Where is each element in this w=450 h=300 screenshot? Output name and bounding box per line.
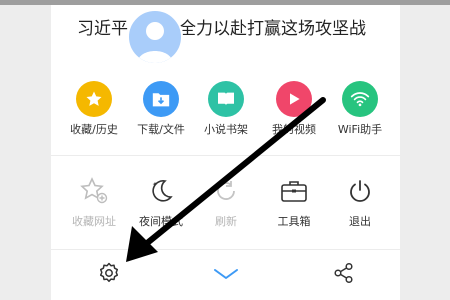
settings-button[interactable] <box>89 259 129 291</box>
menu-item-label: 收藏/历史 <box>70 123 118 136</box>
menu-item-label: 工具箱 <box>277 215 311 228</box>
menu-item-my-videos[interactable]: 我的视频 <box>259 81 329 145</box>
refresh-icon <box>208 173 244 209</box>
share-icon <box>333 262 355 288</box>
menu-item-refresh[interactable]: 刷新 <box>191 173 261 237</box>
divider <box>51 155 400 156</box>
avatar[interactable] <box>127 9 183 65</box>
power-icon <box>342 173 378 209</box>
menu-item-label: 小说书架 <box>204 123 248 136</box>
book-icon <box>208 81 244 117</box>
gear-icon <box>97 261 121 289</box>
browser-menu-panel: 习近平：要求全力以赴打赢这场攻坚战 收藏/历史 下载/文件 小说书架 我的视频 … <box>51 5 400 300</box>
menu-item-label: 刷新 <box>215 215 237 228</box>
menu-item-label: 夜间模式 <box>139 215 183 228</box>
menu-item-toolbox[interactable]: 工具箱 <box>259 173 329 237</box>
menu-item-label: 下载/文件 <box>137 123 185 136</box>
menu-item-novel-shelf[interactable]: 小说书架 <box>191 81 261 145</box>
menu-item-downloads[interactable]: 下载/文件 <box>126 81 196 145</box>
download-folder-icon <box>143 81 179 117</box>
star-icon <box>76 81 112 117</box>
wifi-icon <box>342 81 378 117</box>
menu-item-bookmark-site[interactable]: 收藏网址 <box>59 173 129 237</box>
chevron-down-icon <box>213 266 239 285</box>
star-add-icon <box>76 173 112 209</box>
menu-row-secondary: 收藏网址 夜间模式 刷新 工具箱 退出 <box>51 173 400 233</box>
news-headline[interactable]: 习近平：要求全力以赴打赢这场攻坚战 <box>77 17 397 41</box>
share-button[interactable] <box>324 259 364 291</box>
menu-row-primary: 收藏/历史 下载/文件 小说书架 我的视频 WiFi助手 <box>51 81 400 141</box>
menu-item-label: WiFi助手 <box>337 123 383 136</box>
play-icon <box>276 81 312 117</box>
menu-item-wifi-assistant[interactable]: WiFi助手 <box>325 81 395 145</box>
menu-item-label: 我的视频 <box>272 123 316 136</box>
divider <box>51 249 400 250</box>
collapse-menu-button[interactable] <box>206 259 246 291</box>
menu-item-favorites-history[interactable]: 收藏/历史 <box>59 81 129 145</box>
menu-item-night-mode[interactable]: 夜间模式 <box>126 173 196 237</box>
menu-item-exit[interactable]: 退出 <box>325 173 395 237</box>
menu-item-label: 收藏网址 <box>72 215 116 228</box>
toolbox-icon <box>276 173 312 209</box>
bottom-bar <box>51 251 400 299</box>
moon-icon <box>143 173 179 209</box>
menu-item-label: 退出 <box>349 215 371 228</box>
